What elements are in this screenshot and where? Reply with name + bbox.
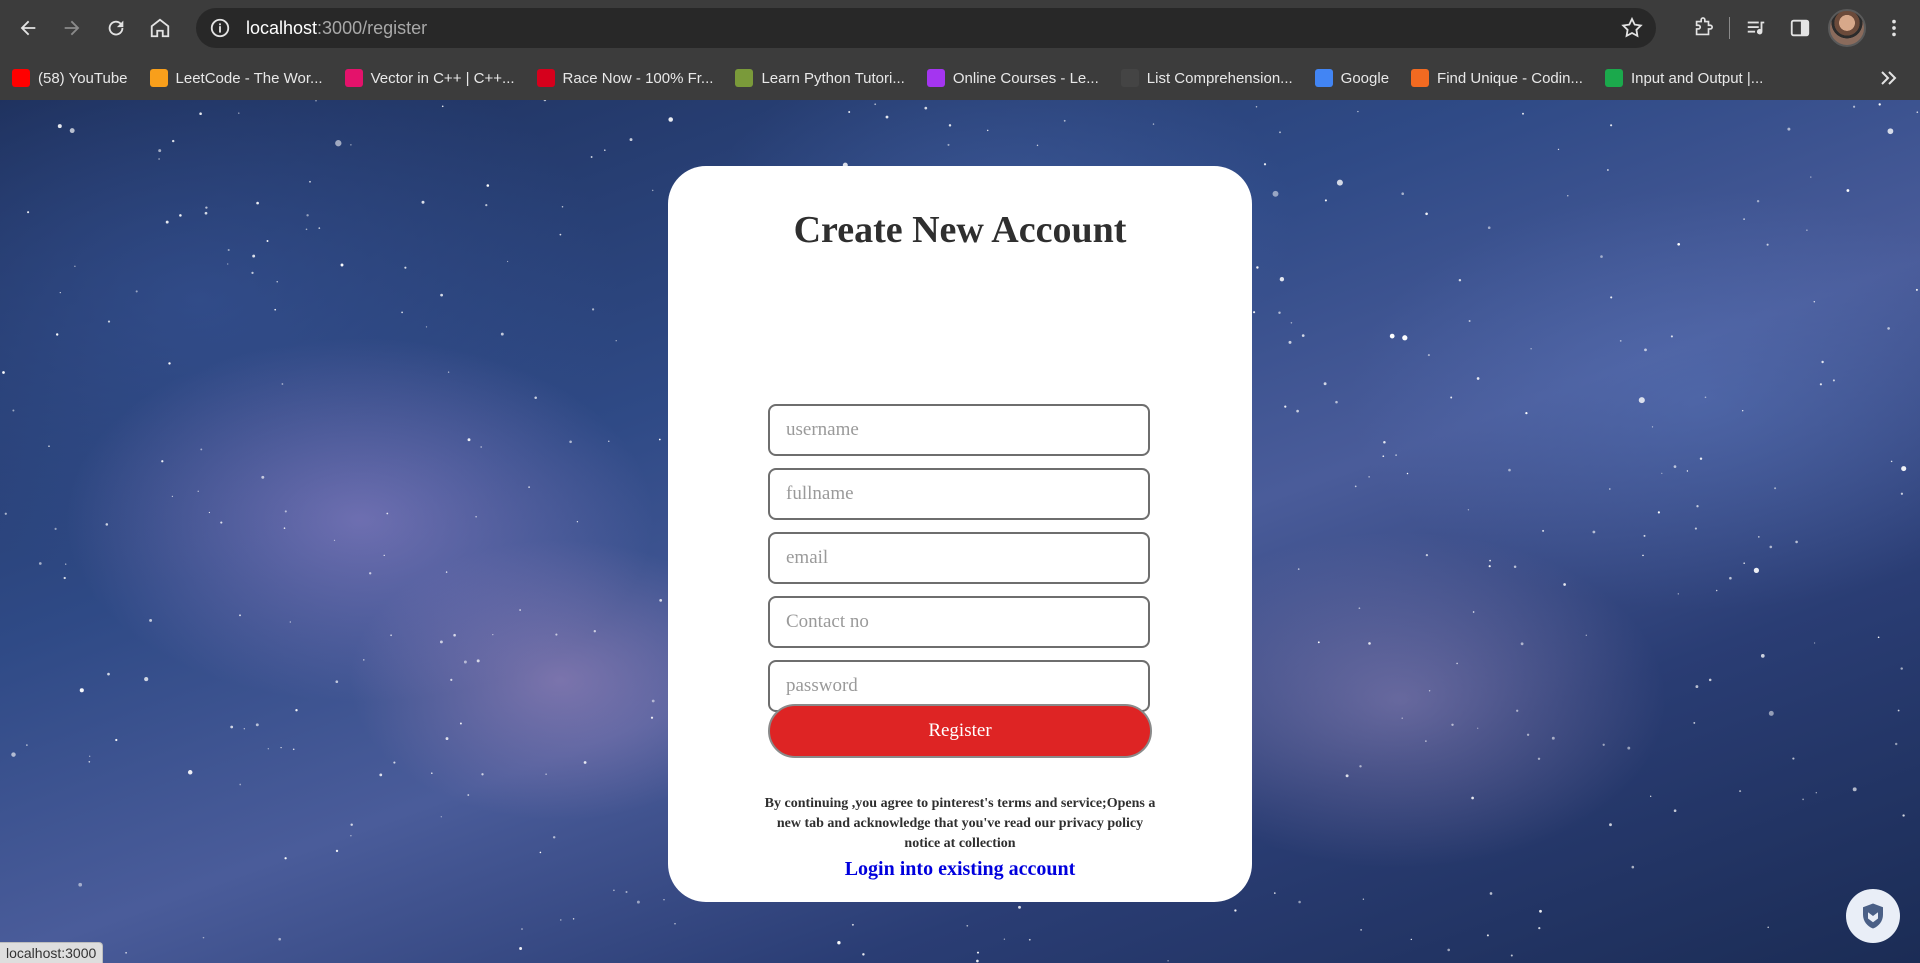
bookmark-label: Google [1340,69,1390,87]
home-icon[interactable] [138,0,182,56]
google-icon [1314,69,1333,87]
tutorial-icon [344,69,363,87]
extension-shield-icon[interactable] [1846,889,1900,943]
bookmark-label: Vector in C++ | C++... [370,69,515,87]
toolbar-right [1681,0,1920,56]
bookmark-item[interactable]: Google [1303,56,1399,100]
bookmark-star-icon[interactable] [1620,16,1644,40]
media-controls-icon[interactable] [1734,0,1778,56]
bookmarks-bar: (58) YouTube LeetCode - The Wor... Vector … [0,56,1920,101]
bookmark-label: Input and Output |... [1630,69,1764,87]
bookmark-label: Learn Python Tutori... [761,69,905,87]
side-panel-icon[interactable] [1778,0,1822,56]
nitro-icon [536,69,555,87]
udemy-icon [926,69,945,87]
url-path: :3000/register [317,17,428,38]
bookmark-label: Find Unique - Codin... [1437,69,1583,87]
bookmark-item[interactable]: Online Courses - Le... [915,56,1109,100]
register-button[interactable]: Register [768,704,1152,758]
youtube-icon [12,69,30,87]
bookmark-label: LeetCode - The Wor... [175,69,323,87]
page-background: Create New Account Register By continuin… [0,100,1920,963]
login-link[interactable]: Login into existing account [668,858,1252,881]
bookmark-item[interactable]: Vector in C++ | C++... [333,56,525,100]
profile-avatar[interactable] [1828,9,1866,47]
codingninjas-icon [1411,69,1430,87]
bookmark-item[interactable]: (58) YouTube [0,56,138,100]
bookmark-label: (58) YouTube [38,69,128,87]
back-icon[interactable] [6,0,50,56]
leetcode-icon [149,69,168,87]
username-input[interactable] [768,404,1150,456]
fullname-input[interactable] [768,468,1150,520]
bookmark-label: List Comprehension... [1146,69,1293,87]
bookmark-item[interactable]: LeetCode - The Wor... [138,56,333,100]
email-input[interactable] [768,532,1150,584]
reload-icon[interactable] [94,0,138,56]
bookmark-item[interactable]: List Comprehension... [1109,56,1303,100]
bookmark-label: Online Courses - Le... [952,69,1099,87]
register-card: Create New Account Register By continuin… [668,166,1252,902]
terms-text: By continuing ,you agree to pinterest's … [764,796,1156,851]
bookmarks-overflow-icon[interactable] [1876,66,1900,90]
url-text: localhost:3000/register [246,18,427,39]
bookmark-item[interactable]: Race Now - 100% Fr... [525,56,724,100]
bookmark-item[interactable]: Find Unique - Codin... [1399,56,1593,100]
gear-icon [1120,69,1139,87]
status-bar-url: localhost:3000 [0,942,104,963]
contact-input[interactable] [768,596,1150,648]
forward-icon[interactable] [50,0,94,56]
python-icon [735,69,754,87]
bookmark-label: Race Now - 100% Fr... [562,69,714,87]
bookmark-item[interactable]: Input and Output |... [1593,56,1773,100]
toolbar-divider [1729,17,1730,39]
hackerrank-icon [1604,69,1623,87]
site-info-icon[interactable] [208,16,232,40]
address-bar[interactable]: localhost:3000/register [196,8,1656,48]
page-title: Create New Account [793,209,1127,251]
bookmark-item[interactable]: Learn Python Tutori... [723,56,914,100]
menu-kebab-icon[interactable] [1872,0,1916,56]
url-host: localhost [246,17,318,38]
extensions-icon[interactable] [1681,0,1725,56]
browser-toolbar: localhost:3000/register [0,0,1920,56]
